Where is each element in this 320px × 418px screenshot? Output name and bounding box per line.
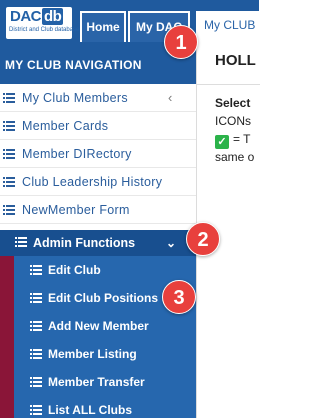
- list-icon: [3, 93, 15, 103]
- list-icon: [3, 205, 15, 215]
- admin-item-label: List ALL Clubs: [48, 403, 132, 417]
- chevron-down-icon: ⌄: [166, 236, 177, 250]
- list-icon: [15, 237, 27, 247]
- sidebar-item-label: Club Leadership History: [22, 175, 163, 189]
- admin-item-edit-club[interactable]: Edit Club: [14, 256, 196, 284]
- page-title: HOLL: [215, 52, 256, 69]
- admin-item-label: Edit Club Positions: [48, 291, 158, 305]
- sidebar-item-my-club-members[interactable]: My Club Members ‹: [0, 84, 196, 112]
- instruction-text-cont: same o: [215, 150, 255, 164]
- title-divider: [197, 84, 260, 85]
- list-icon: [3, 121, 15, 131]
- admin-item-label: Add New Member: [48, 319, 149, 333]
- list-icon: [30, 265, 42, 275]
- list-icon: [3, 177, 15, 187]
- sidebar-item-member-directory[interactable]: Member DIRectory: [0, 140, 196, 168]
- sidebar-item-club-leadership-history[interactable]: Club Leadership History: [0, 168, 196, 196]
- checkmark-icon: ✓: [215, 135, 229, 149]
- list-icon: [30, 405, 42, 415]
- instruction-check-line: ✓ = T: [215, 132, 250, 149]
- admin-item-list-all-clubs[interactable]: List ALL Clubs: [14, 396, 196, 418]
- admin-item-label: Edit Club: [48, 263, 101, 277]
- admin-item-member-listing[interactable]: Member Listing: [14, 340, 196, 368]
- instruction-heading: Select: [215, 96, 251, 110]
- step-marker-2: 2: [186, 222, 220, 256]
- tab-home[interactable]: Home: [80, 11, 126, 42]
- admin-functions-label: Admin Functions: [33, 236, 136, 250]
- list-icon: [3, 149, 15, 159]
- instruction-check-text: = T: [233, 132, 251, 146]
- step-marker-1: 1: [164, 25, 198, 59]
- admin-item-add-new-member[interactable]: Add New Member: [14, 312, 196, 340]
- list-icon: [30, 377, 42, 387]
- step-marker-3: 3: [162, 280, 196, 314]
- sidebar-item-label: My Club Members: [22, 91, 128, 105]
- admin-item-member-transfer[interactable]: Member Transfer: [14, 368, 196, 396]
- admin-functions-toggle[interactable]: Admin Functions ⌄: [0, 230, 196, 256]
- sidebar-item-new-member-form[interactable]: NewMember Form: [0, 196, 196, 224]
- tab-my-club[interactable]: My CLUB: [196, 11, 266, 46]
- admin-item-label: Member Listing: [48, 347, 137, 361]
- chevron-left-icon[interactable]: ‹: [168, 84, 173, 112]
- admin-functions-menu: Admin Functions ⌄ Edit Club Edit Club Po…: [0, 230, 196, 418]
- top-bar: DAC db District and Club database Home My…: [0, 0, 266, 46]
- sidebar-item-member-cards[interactable]: Member Cards: [0, 112, 196, 140]
- logo-wordmark: DAC db: [10, 8, 64, 25]
- list-icon: [30, 349, 42, 359]
- instruction-text: ICONs: [215, 114, 251, 128]
- admin-item-label: Member Transfer: [48, 375, 145, 389]
- dacdb-logo[interactable]: DAC db District and Club database: [6, 7, 79, 39]
- logo-tagline: District and Club database: [9, 27, 80, 33]
- list-icon: [30, 293, 42, 303]
- sidebar-item-label: NewMember Form: [22, 203, 130, 217]
- list-icon: [30, 321, 42, 331]
- sidebar: MY CLUB NAVIGATION My Club Members ‹ Mem…: [0, 46, 196, 418]
- sidebar-item-label: Member DIRectory: [22, 147, 132, 161]
- sidebar-item-label: Member Cards: [22, 119, 109, 133]
